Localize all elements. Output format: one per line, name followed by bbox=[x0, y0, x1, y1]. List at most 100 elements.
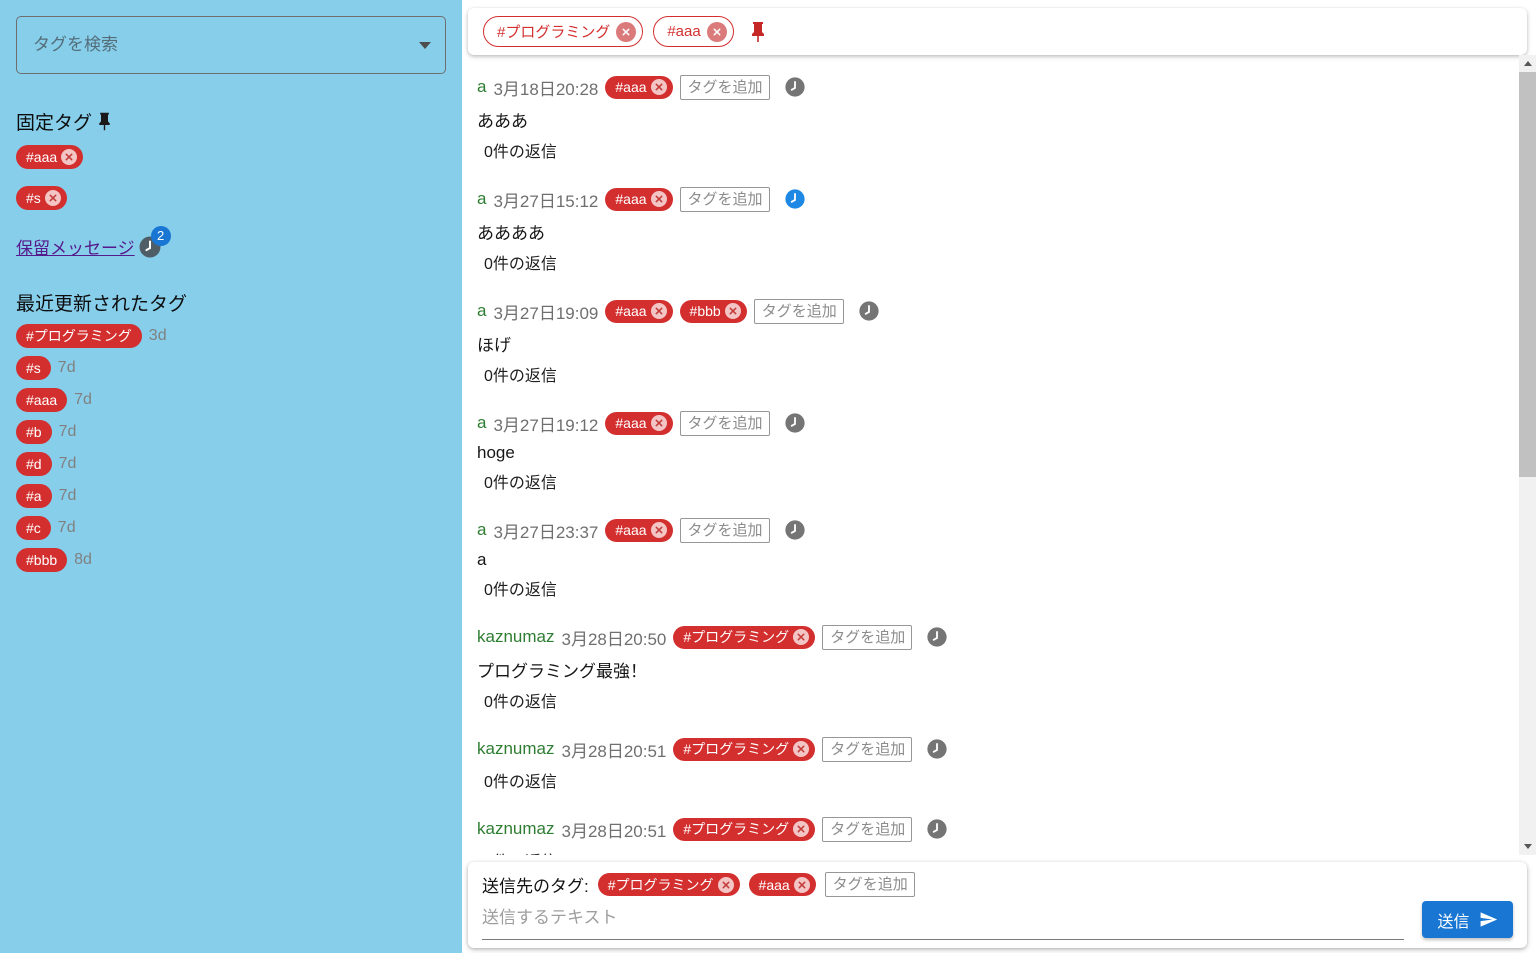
filter-pin-icon[interactable] bbox=[746, 20, 770, 44]
held-clock-wrap: 2 bbox=[138, 235, 162, 259]
schedule-clock-button[interactable] bbox=[926, 738, 948, 760]
pinned-tags-heading-label: 固定タグ bbox=[16, 108, 92, 135]
chip-delete-icon[interactable] bbox=[616, 22, 636, 42]
tag-chip[interactable]: #aaa bbox=[605, 76, 672, 99]
schedule-clock-button[interactable] bbox=[858, 300, 880, 322]
add-tag-input[interactable] bbox=[822, 625, 912, 650]
tag-chip[interactable]: #bbb bbox=[16, 548, 67, 572]
sidebar: 固定タグ #aaa#s 保留メッセージ 2 最近更新されたタグ #プログラミング… bbox=[0, 0, 462, 953]
tag-chip[interactable]: #aaa bbox=[605, 188, 672, 211]
chip-delete-icon[interactable] bbox=[793, 821, 809, 837]
chip-delete-icon[interactable] bbox=[707, 22, 727, 42]
tag-chip[interactable]: #プログラミング bbox=[673, 818, 815, 841]
chip-delete-icon[interactable] bbox=[725, 303, 741, 319]
tag-age-label: 7d bbox=[74, 391, 92, 409]
reply-count-link[interactable]: 0件の返信 bbox=[484, 848, 1519, 855]
tag-chip[interactable]: #aaa bbox=[16, 388, 67, 412]
tag-chip[interactable]: #c bbox=[16, 516, 51, 540]
add-tag-input[interactable] bbox=[822, 737, 912, 762]
clock-icon bbox=[784, 188, 806, 210]
tag-chip-label: #aaa bbox=[667, 23, 700, 40]
reply-count-link[interactable]: 0件の返信 bbox=[484, 576, 1519, 600]
tag-chip[interactable]: #s bbox=[16, 186, 67, 210]
tag-chip[interactable]: #a bbox=[16, 484, 52, 508]
scroll-down-arrow[interactable] bbox=[1519, 838, 1536, 855]
chip-delete-icon[interactable] bbox=[651, 79, 667, 95]
message-timestamp: 3月27日23:37 bbox=[493, 518, 598, 543]
tag-chip[interactable]: #aaa bbox=[605, 519, 672, 542]
clock-icon bbox=[858, 300, 880, 322]
tag-chip[interactable]: #プログラミング bbox=[673, 626, 815, 649]
reply-count-link[interactable]: 0件の返信 bbox=[484, 768, 1519, 792]
tag-search-input[interactable] bbox=[31, 34, 411, 56]
add-tag-input[interactable] bbox=[754, 299, 844, 324]
message-username: kaznumaz bbox=[477, 819, 554, 839]
schedule-clock-button[interactable] bbox=[784, 76, 806, 98]
reply-count-link[interactable]: 0件の返信 bbox=[484, 688, 1519, 712]
pinned-tags-heading: 固定タグ bbox=[16, 108, 446, 135]
chip-delete-icon[interactable] bbox=[793, 629, 809, 645]
reply-count-link[interactable]: 0件の返信 bbox=[484, 469, 1519, 493]
tag-age-label: 8d bbox=[74, 551, 92, 569]
tag-chip[interactable]: #bbb bbox=[680, 300, 747, 323]
chip-delete-icon[interactable] bbox=[793, 741, 809, 757]
tag-chip[interactable]: #b bbox=[16, 420, 52, 444]
add-tag-input[interactable] bbox=[680, 187, 770, 212]
message-text-input[interactable] bbox=[482, 899, 1404, 940]
chip-delete-icon[interactable] bbox=[651, 191, 667, 207]
chip-delete-icon[interactable] bbox=[651, 415, 667, 431]
reply-count-link[interactable]: 0件の返信 bbox=[484, 138, 1519, 162]
filter-bar: #プログラミング #aaa bbox=[468, 8, 1527, 55]
message-timestamp: 3月28日20:50 bbox=[561, 625, 666, 650]
reply-count-link[interactable]: 0件の返信 bbox=[484, 250, 1519, 274]
tag-chip[interactable]: #aaa bbox=[16, 145, 83, 169]
tag-chip[interactable]: #d bbox=[16, 452, 52, 476]
chip-delete-icon[interactable] bbox=[61, 149, 77, 165]
compose-tags-label: 送信先のタグ: bbox=[482, 872, 589, 897]
tag-chip-label: #s bbox=[26, 360, 41, 376]
tag-chip[interactable]: #プログラミング bbox=[483, 16, 643, 47]
schedule-clock-button[interactable] bbox=[784, 412, 806, 434]
tag-chip[interactable]: #プログラミング bbox=[673, 738, 815, 761]
reply-count-link[interactable]: 0件の返信 bbox=[484, 362, 1519, 386]
scrollbar[interactable] bbox=[1519, 55, 1536, 855]
add-tag-input[interactable] bbox=[822, 817, 912, 842]
scroll-up-arrow[interactable] bbox=[1519, 55, 1536, 72]
tag-chip-label: #プログラミング bbox=[683, 819, 789, 839]
chip-delete-icon[interactable] bbox=[718, 877, 734, 893]
message-username: kaznumaz bbox=[477, 739, 554, 759]
tag-search-combobox[interactable] bbox=[16, 16, 446, 74]
chip-delete-icon[interactable] bbox=[794, 877, 810, 893]
tag-chip[interactable]: #aaa bbox=[749, 873, 816, 896]
add-tag-input[interactable] bbox=[825, 872, 915, 897]
add-tag-input[interactable] bbox=[680, 411, 770, 436]
scrollbar-thumb[interactable] bbox=[1519, 72, 1536, 477]
send-button[interactable]: 送信 bbox=[1422, 901, 1513, 938]
recent-tag-row: #d7d bbox=[16, 452, 446, 476]
tag-chip[interactable]: #s bbox=[16, 356, 51, 380]
tag-chip[interactable]: #aaa bbox=[605, 300, 672, 323]
main-area: #プログラミング#aaa a3月18日20:28#aaaあああ0件の返信a3月2… bbox=[462, 0, 1536, 953]
held-messages-link[interactable]: 保留メッセージ bbox=[16, 234, 135, 259]
schedule-clock-button[interactable] bbox=[784, 519, 806, 541]
tag-chip-label: #aaa bbox=[615, 522, 646, 538]
tag-chip[interactable]: #プログラミング bbox=[16, 324, 142, 348]
tag-chip[interactable]: #aaa bbox=[653, 16, 733, 47]
clock-icon bbox=[784, 412, 806, 434]
add-tag-input[interactable] bbox=[680, 518, 770, 543]
tag-chip[interactable]: #aaa bbox=[605, 412, 672, 435]
chevron-down-icon[interactable] bbox=[419, 42, 431, 49]
tag-chip-label: #d bbox=[26, 456, 42, 472]
schedule-clock-button[interactable] bbox=[926, 818, 948, 840]
tag-chip-label: #プログラミング bbox=[26, 326, 132, 346]
tag-chip[interactable]: #プログラミング bbox=[598, 873, 740, 896]
chip-delete-icon[interactable] bbox=[45, 190, 61, 206]
message-timestamp: 3月27日15:12 bbox=[493, 187, 598, 212]
add-tag-input[interactable] bbox=[680, 75, 770, 100]
chip-delete-icon[interactable] bbox=[651, 522, 667, 538]
tag-chip-label: #aaa bbox=[759, 877, 790, 893]
schedule-clock-button[interactable] bbox=[784, 188, 806, 210]
chip-delete-icon[interactable] bbox=[651, 303, 667, 319]
tag-chip-label: #プログラミング bbox=[683, 627, 789, 647]
schedule-clock-button[interactable] bbox=[926, 626, 948, 648]
